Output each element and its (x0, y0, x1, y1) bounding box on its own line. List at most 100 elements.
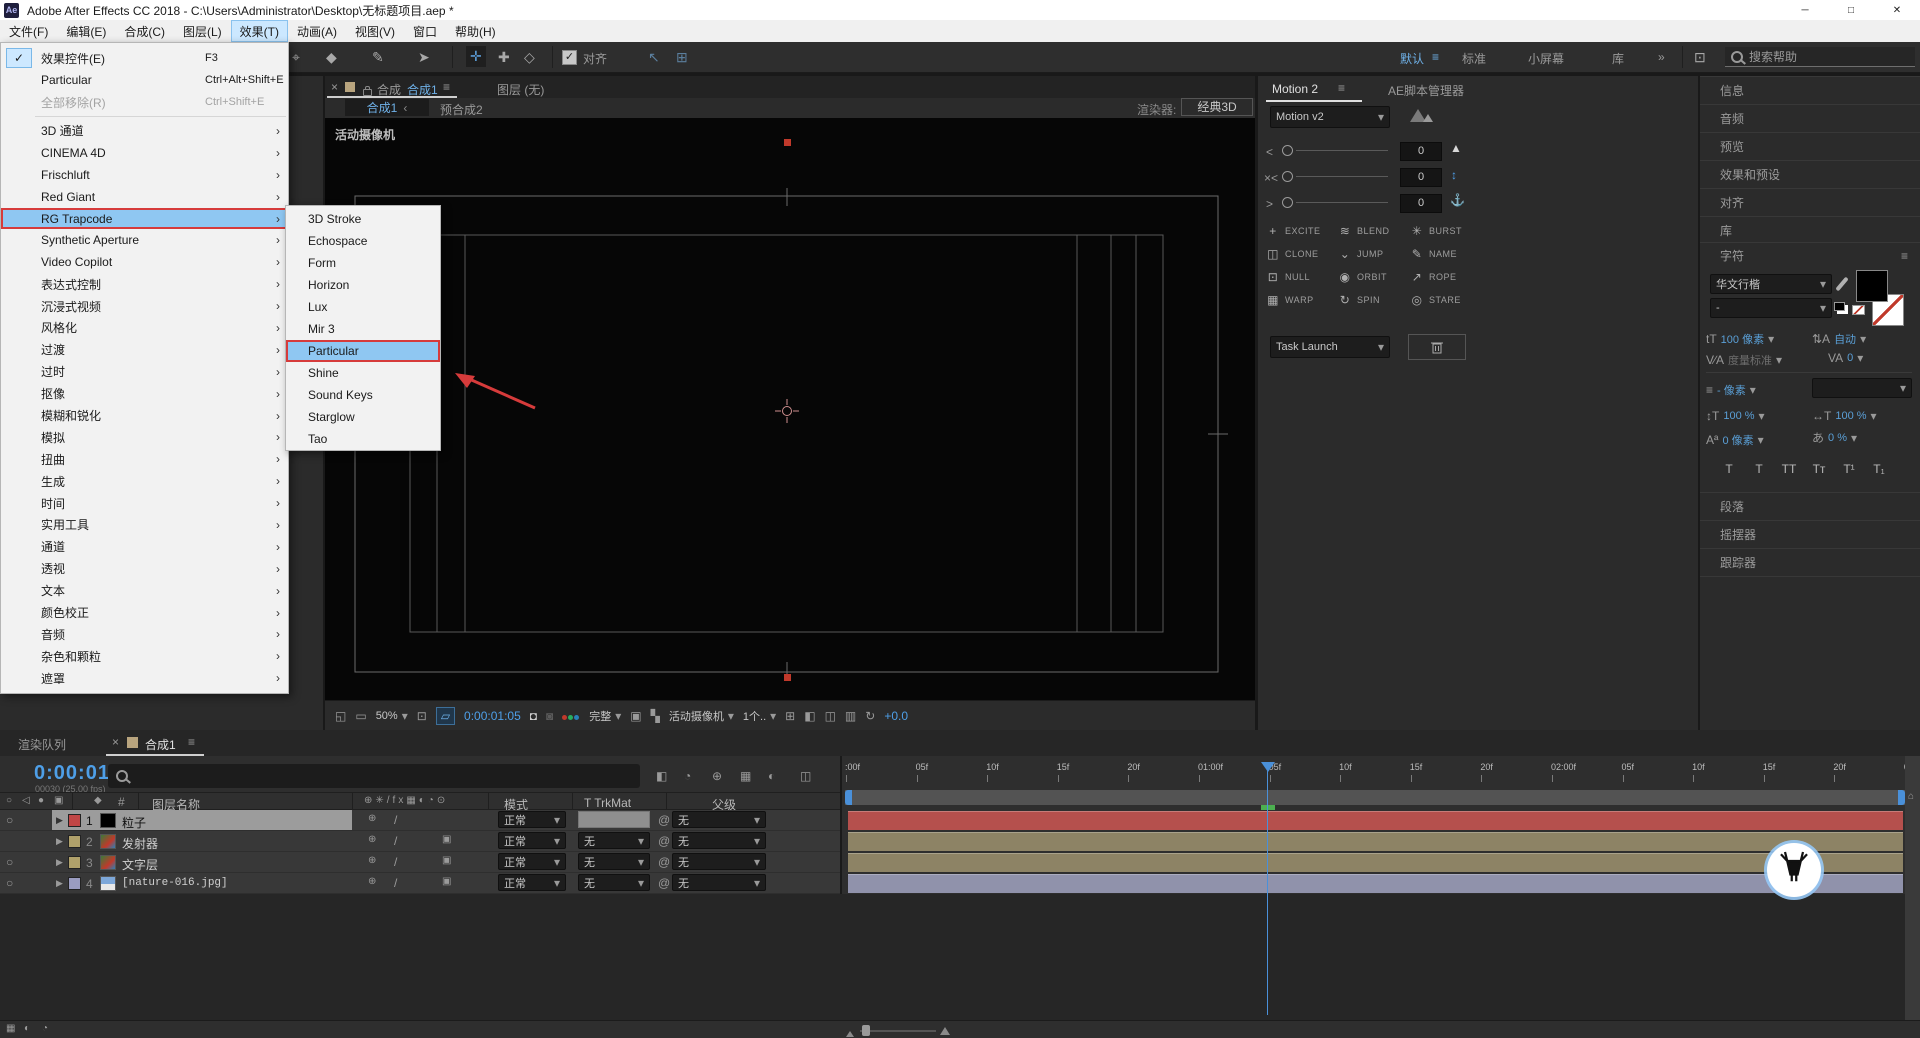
sidebar-panel-tracker[interactable]: 跟踪器 (1700, 548, 1920, 576)
quality-switch-icon[interactable]: / (394, 814, 397, 826)
layer1-duration-bar[interactable] (848, 811, 1903, 830)
tab-layer[interactable]: 图层 (无) (497, 81, 544, 98)
orbit-camera-tool-icon[interactable]: ✛ (466, 46, 486, 67)
shy-switch-icon[interactable]: ⊕ (368, 835, 376, 845)
timeline-graph-icon[interactable]: ◫ (825, 710, 836, 722)
eraser-tool-icon[interactable]: ◆ (326, 49, 337, 66)
roto-brush-tool-icon[interactable]: ✎ (372, 49, 384, 66)
kerning-control[interactable]: V∕A 度量标准 ▾ (1706, 352, 1782, 368)
slider2-mode-icon[interactable]: ×< (1264, 172, 1278, 184)
horizontal-scale-control[interactable]: ↔T 100 % ▾ (1812, 410, 1877, 422)
trkmat-dropdown[interactable]: 无 ▾ (578, 874, 650, 891)
trkmat-dropdown[interactable]: 无 ▾ (578, 853, 650, 870)
menubar-item[interactable]: 合成(C) (115, 20, 174, 42)
submenu-item[interactable]: Echospace (286, 230, 440, 252)
motion-tool-button[interactable]: + EXCITE (1266, 224, 1338, 238)
sidebar-panel-character[interactable]: 字符 ≡ (1700, 242, 1920, 268)
menubar-item[interactable]: 动画(A) (288, 20, 346, 42)
blend-mode-dropdown[interactable]: 正常 ▾ (498, 853, 566, 870)
layer-label-color[interactable] (68, 877, 81, 890)
timeline-search-field[interactable] (108, 764, 640, 788)
show-snapshot-icon[interactable]: ◙ (546, 710, 553, 722)
hide-shy-layers-icon[interactable]: ⊕ (712, 770, 722, 782)
tracking-control[interactable]: VA 0 ▾ (1828, 352, 1863, 364)
effects-category-item[interactable]: Frischluft › (1, 164, 288, 186)
effects-category-item[interactable]: 透视 › (1, 558, 288, 580)
font-size-control[interactable]: tT 100 像素 ▾ (1706, 331, 1774, 347)
trkmat-dropdown[interactable]: 无 ▾ (578, 832, 650, 849)
3d-layer-icon[interactable]: ▣ (442, 877, 451, 887)
tsume-control[interactable]: あ 0 % ▾ (1812, 432, 1857, 444)
3d-layer-icon[interactable]: ▣ (442, 835, 451, 845)
close-button[interactable]: ✕ (1874, 0, 1920, 20)
camera-dropdown[interactable]: 活动摄像机 ▾ (669, 707, 734, 725)
submenu-item[interactable]: Particular (286, 340, 440, 362)
menubar-item[interactable]: 图层(L) (174, 20, 231, 42)
comp-flowchart-icon[interactable]: ▥ (845, 710, 856, 722)
tab-script-manager[interactable]: AE脚本管理器 (1388, 82, 1464, 99)
sidebar-panel-wiggler[interactable]: 摇摆器 (1700, 520, 1920, 548)
pickwhip-icon[interactable]: @ (658, 814, 670, 826)
parent-dropdown[interactable]: 无 ▾ (672, 874, 766, 891)
effects-category-item[interactable]: 遮罩 › (1, 667, 288, 689)
menubar-item[interactable]: 效果(T) (231, 20, 288, 42)
workspace-menu-icon[interactable]: ≡ (1432, 50, 1439, 64)
effects-category-item[interactable]: Video Copilot › (1, 251, 288, 273)
font-style-dropdown[interactable]: - ▾ (1710, 298, 1832, 318)
clone-stamp-tool-icon[interactable]: ⌖ (292, 49, 300, 66)
pickwhip-icon[interactable]: @ (658, 835, 670, 847)
faux-style-toggle[interactable]: Tᴛ (1808, 460, 1830, 478)
timeline-zoom-slider[interactable] (860, 1030, 936, 1032)
frame-blending-icon[interactable]: ▦ (740, 770, 751, 782)
effects-category-item[interactable]: RG Trapcode › (1, 208, 288, 230)
blend-mode-dropdown[interactable]: 正常 ▾ (498, 874, 566, 891)
fast-previews-icon[interactable]: ◧ (804, 710, 815, 722)
slider3-knob[interactable] (1282, 197, 1293, 208)
comp-mini-tab[interactable]: 合成1 ‹ (345, 99, 429, 116)
motion-tool-button[interactable]: ◉ ORBIT (1338, 270, 1410, 284)
workspace-settings-icon[interactable]: ⊡ (1694, 49, 1706, 66)
layer4-duration-bar[interactable] (848, 874, 1903, 893)
draft-3d-icon[interactable]: ◔ (684, 770, 691, 782)
parent-dropdown[interactable]: 无 ▾ (672, 853, 766, 870)
motion-blur-icon[interactable]: ◐ (768, 770, 775, 782)
shy-switch-icon[interactable]: ⊕ (368, 814, 376, 824)
slider3-value[interactable]: 0 (1400, 194, 1442, 213)
workspace-tab-standard[interactable]: 标准 (1462, 50, 1486, 67)
shy-switch-icon[interactable]: ⊕ (368, 877, 376, 887)
comp-mini-flowchart-icon[interactable]: ◧ (656, 770, 667, 782)
layer-row-1[interactable]: ○ ▶ 1 粒子 ⊕ / 正常 ▾ @ 无 ▾ (0, 810, 840, 830)
blend-mode-dropdown[interactable]: 正常 ▾ (498, 811, 566, 828)
sidebar-panel-paragraph[interactable]: 段落 (1700, 492, 1920, 520)
task-launch-dropdown[interactable]: Task Launch ▾ (1270, 336, 1390, 358)
reset-exposure-icon[interactable]: ↻ (865, 710, 875, 722)
3d-layer-icon[interactable]: ▣ (442, 856, 451, 866)
motion-tool-button[interactable]: ▦ WARP (1266, 293, 1338, 307)
sidebar-panel-header[interactable]: 效果和预设 (1700, 160, 1920, 188)
tab-close-icon[interactable]: × (331, 81, 338, 93)
multi-view-icon[interactable]: ◱ (335, 710, 346, 722)
playhead-handle[interactable] (1261, 762, 1275, 779)
faux-style-toggle[interactable]: TT (1778, 460, 1800, 478)
work-area-bar[interactable] (845, 790, 1905, 805)
roi-icon[interactable]: ⊡ (417, 710, 427, 722)
effects-category-item[interactable]: 模糊和锐化 › (1, 405, 288, 427)
slider2-track[interactable] (1296, 176, 1388, 177)
expand-arrow-icon[interactable]: ▶ (56, 815, 63, 826)
menubar-item[interactable]: 编辑(E) (57, 20, 115, 42)
eyedropper-icon[interactable] (1835, 277, 1848, 292)
lock-icon[interactable] (363, 89, 372, 96)
quality-switch-icon[interactable]: / (394, 856, 397, 868)
menubar-item[interactable]: 视图(V) (346, 20, 404, 42)
tab-render-queue[interactable]: 渲染队列 (18, 736, 66, 753)
effects-category-item[interactable]: 过时 › (1, 361, 288, 383)
slider1-track[interactable] (1296, 150, 1388, 151)
effects-category-item[interactable]: 颜色校正 › (1, 602, 288, 624)
snapshot-icon[interactable]: ◘ (530, 710, 537, 722)
submenu-item[interactable]: Lux (286, 296, 440, 318)
layer2-duration-bar[interactable] (848, 832, 1903, 851)
zoom-out-mountain-icon[interactable] (846, 1026, 854, 1038)
sidebar-panel-header[interactable]: 库 (1700, 216, 1920, 244)
slider3-mode-icon[interactable]: > (1266, 198, 1273, 210)
slider2-knob[interactable] (1282, 171, 1293, 182)
